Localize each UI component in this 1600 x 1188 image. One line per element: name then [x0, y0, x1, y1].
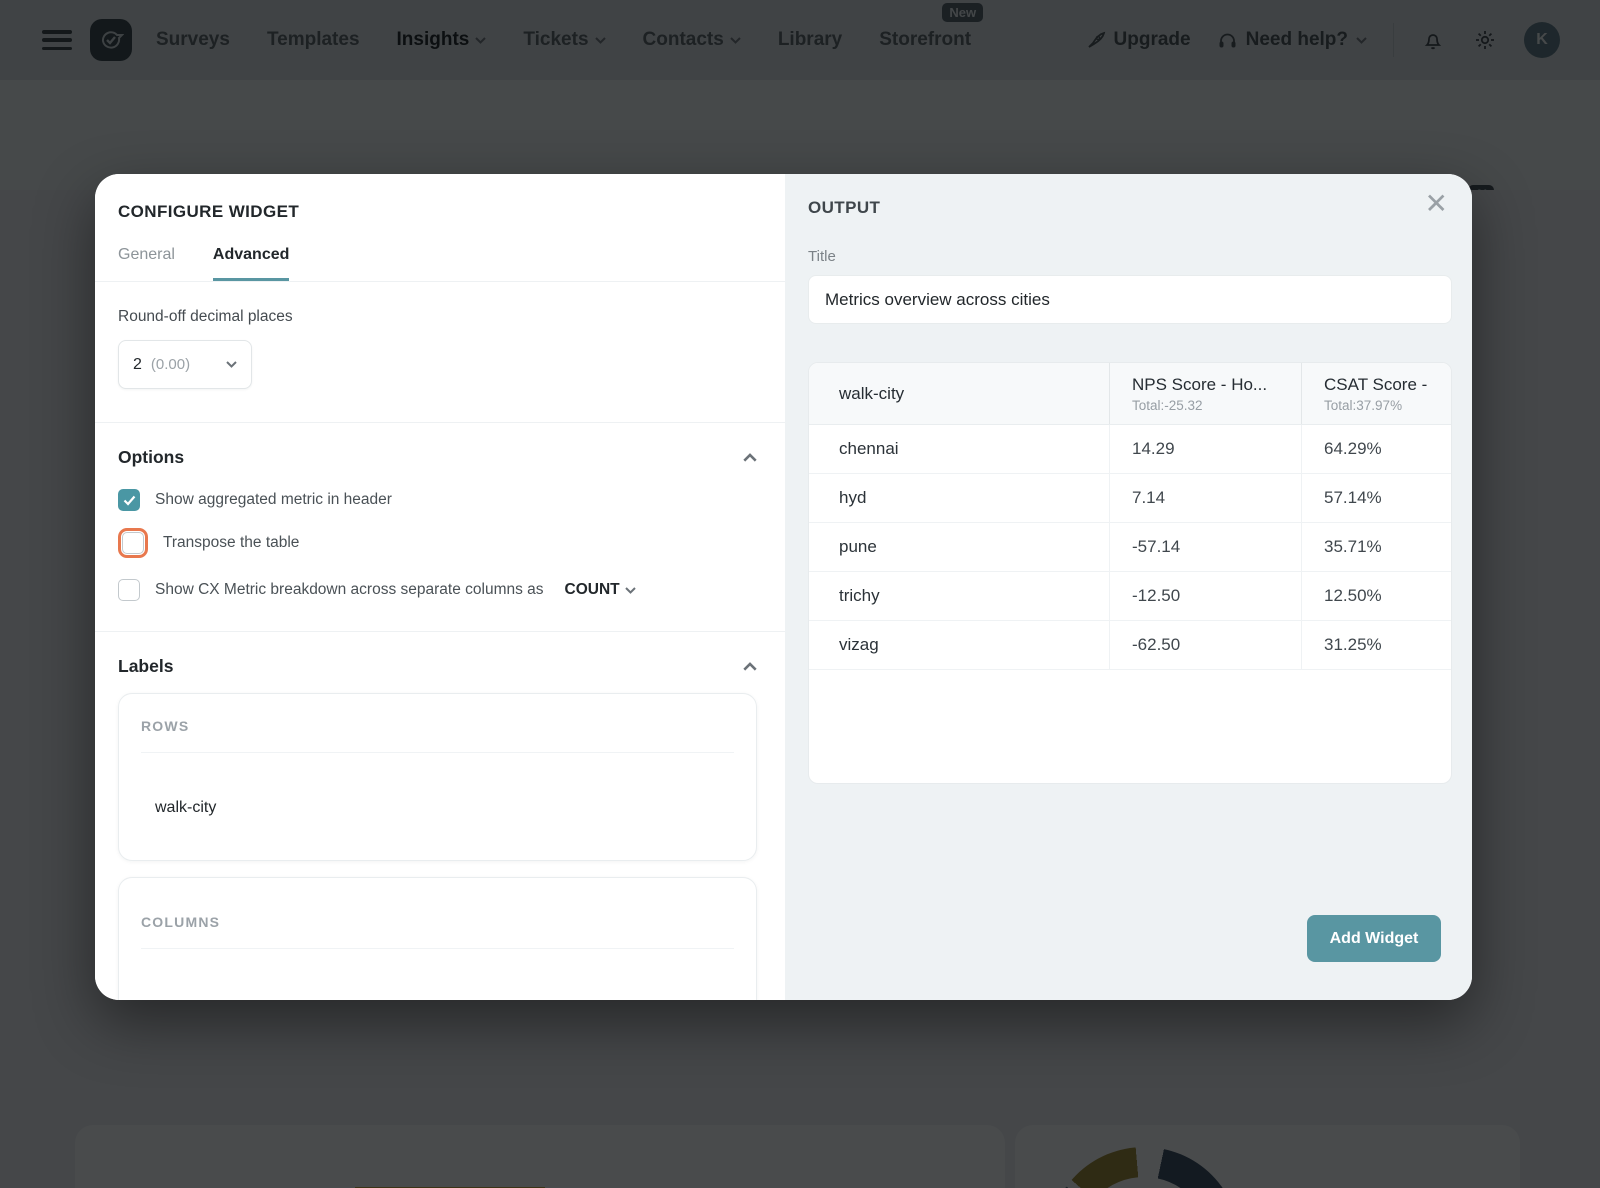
rows-card: ROWS walk-city: [118, 693, 757, 861]
row-label: trichy: [839, 586, 880, 605]
table-row: pune -57.14 35.71%: [809, 523, 1451, 572]
table-column-header-csat[interactable]: CSAT Score - Total:37.97%: [1301, 363, 1451, 424]
row-label: chennai: [839, 439, 899, 458]
table-column-header-nps[interactable]: NPS Score - Ho... Total:-25.32: [1109, 363, 1301, 424]
csat-value: 57.14%: [1301, 474, 1451, 522]
round-off-value: 2: [133, 355, 142, 373]
nps-value: -57.14: [1109, 523, 1301, 571]
labels-section-header[interactable]: Labels: [118, 656, 757, 677]
title-label: Title: [808, 248, 836, 265]
csat-value: 64.29%: [1301, 425, 1451, 473]
divider: [95, 422, 785, 423]
round-off-label: Round-off decimal places: [118, 308, 293, 325]
table-corner-header: walk-city: [839, 383, 905, 403]
highlight-ring: [118, 528, 148, 558]
chevron-up-icon: [743, 662, 757, 671]
tab-general[interactable]: General: [118, 246, 175, 281]
configure-widget-modal: CONFIGURE WIDGET General Advanced Round-…: [95, 174, 1472, 1000]
count-dropdown[interactable]: COUNT: [565, 581, 636, 599]
option-label: Transpose the table: [163, 534, 300, 551]
csat-value: 31.25%: [1301, 621, 1451, 669]
table-body: chennai 14.29 64.29% hyd 7.14 57.14% pun…: [809, 425, 1451, 670]
table-row: hyd 7.14 57.14%: [809, 474, 1451, 523]
check-icon: [123, 495, 135, 506]
option-label: Show aggregated metric in header: [155, 491, 392, 508]
close-icon[interactable]: ✕: [1425, 190, 1448, 218]
round-off-hint: (0.00): [150, 356, 191, 373]
rows-item-walk-city[interactable]: walk-city: [155, 799, 734, 817]
add-widget-button[interactable]: Add Widget: [1307, 915, 1441, 962]
divider: [141, 948, 734, 949]
chevron-up-icon: [743, 453, 757, 462]
option-row-transpose: Transpose the table: [118, 528, 757, 558]
columns-card: COLUMNS: [118, 877, 757, 1000]
option-row-metric-breakdown: Show CX Metric breakdown across separate…: [118, 579, 757, 601]
divider: [95, 631, 785, 632]
option-label: Show CX Metric breakdown across separate…: [155, 581, 544, 598]
options-section-header[interactable]: Options: [118, 447, 757, 468]
option-row-aggregated-metric: Show aggregated metric in header: [118, 489, 757, 511]
divider: [95, 281, 785, 282]
checkbox-checked[interactable]: [118, 489, 140, 511]
csat-value: 35.71%: [1301, 523, 1451, 571]
labels-heading: Labels: [118, 656, 174, 676]
divider: [141, 752, 734, 753]
nps-value: -12.50: [1109, 572, 1301, 620]
configure-widget-title: CONFIGURE WIDGET: [118, 202, 300, 221]
csat-value: 12.50%: [1301, 572, 1451, 620]
output-table-card: walk-city NPS Score - Ho... Total:-25.32…: [808, 362, 1452, 784]
widget-title-input[interactable]: [808, 275, 1452, 324]
nps-value: -62.50: [1109, 621, 1301, 669]
round-off-select[interactable]: 2 (0.00): [118, 340, 252, 389]
row-label: pune: [839, 537, 877, 556]
columns-heading: COLUMNS: [141, 914, 221, 930]
nps-value: 7.14: [1109, 474, 1301, 522]
rows-heading: ROWS: [141, 718, 190, 734]
options-heading: Options: [118, 447, 185, 467]
row-label: hyd: [839, 488, 867, 507]
output-heading: OUTPUT: [808, 198, 881, 217]
config-tabs: General Advanced: [118, 246, 757, 281]
checkbox-unchecked[interactable]: [122, 532, 144, 554]
tab-advanced[interactable]: Advanced: [212, 246, 290, 281]
table-row: chennai 14.29 64.29%: [809, 425, 1451, 474]
table-row: trichy -12.50 12.50%: [809, 572, 1451, 621]
chevron-down-icon: [624, 586, 636, 594]
checkbox-unchecked[interactable]: [118, 579, 140, 601]
output-panel: OUTPUT ✕ Title walk-city NPS Score - Ho.…: [785, 174, 1472, 1000]
table-row: vizag -62.50 31.25%: [809, 621, 1451, 670]
chevron-down-icon: [226, 361, 237, 368]
nps-value: 14.29: [1109, 425, 1301, 473]
table-header-row: walk-city NPS Score - Ho... Total:-25.32…: [809, 363, 1451, 425]
configure-panel: CONFIGURE WIDGET General Advanced Round-…: [95, 174, 785, 1000]
row-label: vizag: [839, 635, 879, 654]
